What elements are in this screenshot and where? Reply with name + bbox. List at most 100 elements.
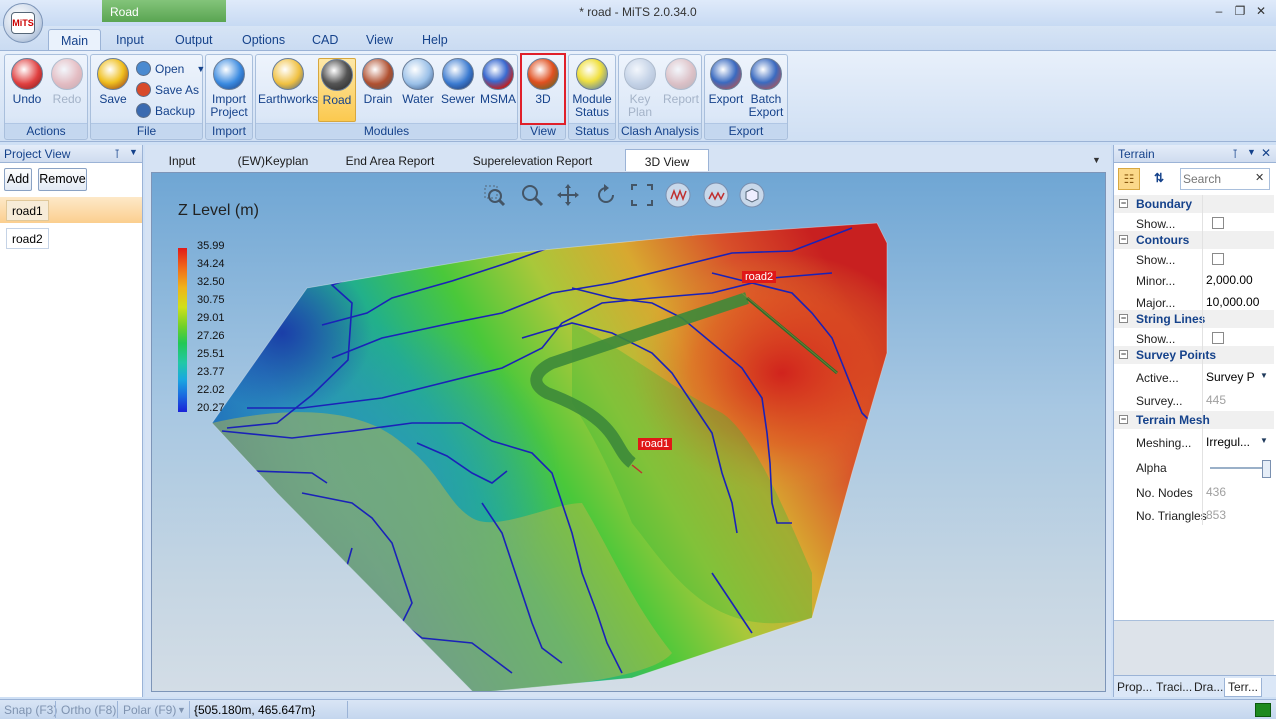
- group-modules: Earthworks Road Drain Water Sewer MSMA M…: [255, 54, 518, 140]
- meshing-dropdown-icon[interactable]: ▼: [1260, 436, 1268, 445]
- doc-tab-ew-keyplan[interactable]: (EW)Keyplan: [223, 149, 323, 171]
- search-box[interactable]: ✕: [1180, 168, 1270, 190]
- legend-value: 34.24: [197, 258, 225, 270]
- open-button[interactable]: Open ▼: [136, 59, 205, 78]
- tab-cad[interactable]: CAD: [300, 29, 350, 51]
- application-menu-button[interactable]: MiTS: [3, 3, 43, 43]
- coordinates-readout: {505.180m, 465.647m}: [194, 703, 316, 717]
- tab-output[interactable]: Output: [163, 29, 225, 51]
- boundary-show-checkbox[interactable]: [1212, 217, 1224, 229]
- group-label-actions: Actions: [5, 123, 87, 138]
- restore-icon[interactable]: ❐: [1229, 4, 1251, 20]
- earthworks-button[interactable]: Earthworks: [258, 58, 318, 122]
- terrain-surface[interactable]: [152, 173, 1106, 692]
- pan-icon[interactable]: [554, 181, 582, 209]
- minimize-icon[interactable]: –: [1208, 4, 1230, 20]
- tab-input[interactable]: Input: [104, 29, 156, 51]
- contours-show-checkbox[interactable]: [1212, 253, 1224, 265]
- ortho-toggle[interactable]: Ortho (F8): [61, 703, 116, 717]
- tab-help[interactable]: Help: [410, 29, 460, 51]
- meshing-dropdown[interactable]: Irregul...: [1206, 435, 1250, 449]
- zoom-icon[interactable]: [518, 181, 546, 209]
- prop-meshing[interactable]: Meshing... Irregul... ▼: [1114, 432, 1274, 454]
- clear-search-icon[interactable]: ✕: [1255, 171, 1264, 184]
- add-button[interactable]: Add: [4, 168, 32, 191]
- tab-tracing[interactable]: Traci...: [1153, 678, 1195, 696]
- module-status-button[interactable]: Module Status: [571, 58, 613, 122]
- prop-survey: Survey... 445: [1136, 393, 1227, 408]
- tab-list-dropdown-icon[interactable]: ▼: [1092, 155, 1101, 165]
- group-label-file: File: [91, 123, 202, 138]
- prop-active[interactable]: Active... Survey P ▼: [1114, 367, 1274, 389]
- save-button[interactable]: Save: [94, 58, 132, 122]
- save-as-button[interactable]: Save As: [136, 80, 199, 99]
- close-panel-icon[interactable]: ✕: [1261, 146, 1271, 160]
- active-dropdown[interactable]: Survey P: [1206, 370, 1255, 384]
- export-button[interactable]: Export: [707, 58, 745, 122]
- string-lines-show-checkbox[interactable]: [1212, 332, 1224, 344]
- project-item-road2[interactable]: road2: [6, 228, 49, 249]
- remove-button[interactable]: Remove: [38, 168, 87, 191]
- pin-icon[interactable]: ⊺: [1232, 147, 1238, 161]
- category-string-lines[interactable]: − String Lines: [1114, 310, 1274, 328]
- panel-menu-icon[interactable]: ▼: [1247, 147, 1256, 157]
- doc-tab-superelevation-report[interactable]: Superelevation Report: [465, 149, 600, 171]
- prop-contours-show[interactable]: Show...: [1114, 249, 1274, 271]
- mits-logo-icon: MiTS: [11, 12, 35, 34]
- tab-drawing[interactable]: Dra...: [1191, 678, 1226, 696]
- tab-properties[interactable]: Prop...: [1114, 678, 1155, 696]
- open-dropdown-icon[interactable]: ▼: [196, 64, 205, 74]
- batch-export-button[interactable]: Batch Export: [747, 58, 785, 122]
- road2-label[interactable]: road2: [742, 271, 777, 283]
- category-boundary[interactable]: − Boundary: [1114, 195, 1274, 213]
- key-plan-button[interactable]: Key Plan: [621, 58, 659, 122]
- alpha-slider-thumb[interactable]: [1262, 460, 1271, 478]
- doc-tab-end-area-report[interactable]: End Area Report: [335, 149, 445, 171]
- msma-button[interactable]: MSMA: [478, 58, 518, 122]
- snap-toggle[interactable]: Snap (F3): [4, 703, 57, 717]
- prop-minor[interactable]: Minor... 2,000.00: [1114, 270, 1274, 292]
- pin-icon[interactable]: ⊺: [114, 147, 120, 161]
- tab-terrain[interactable]: Terr...: [1224, 678, 1263, 697]
- panel-menu-icon[interactable]: ▼: [129, 147, 138, 157]
- backup-button[interactable]: Backup: [136, 101, 195, 120]
- prop-alpha[interactable]: Alpha: [1114, 457, 1274, 479]
- search-input[interactable]: [1183, 171, 1251, 187]
- drain-button[interactable]: Drain: [359, 58, 397, 122]
- project-item-road1[interactable]: road1: [6, 200, 49, 221]
- import-project-button[interactable]: Import Project: [208, 58, 250, 122]
- view-cube-icon[interactable]: [738, 181, 766, 209]
- categorized-view-icon[interactable]: ☷: [1118, 168, 1140, 190]
- sewer-button[interactable]: Sewer: [439, 58, 477, 122]
- 3d-viewport[interactable]: road1 road2 Z Level (m) 35.99 34.24 32.5…: [151, 172, 1106, 692]
- active-dropdown-icon[interactable]: ▼: [1260, 371, 1268, 380]
- group-label-import: Import: [206, 123, 252, 138]
- water-button[interactable]: Water: [399, 58, 437, 122]
- group-clash-analysis: Key Plan Report Clash Analysis: [618, 54, 702, 140]
- redo-button[interactable]: Redo: [48, 58, 86, 122]
- sort-alphabetical-icon[interactable]: ⇅: [1148, 168, 1170, 190]
- category-contours[interactable]: − Contours: [1114, 231, 1274, 249]
- tab-view[interactable]: View: [354, 29, 405, 51]
- legend-value: 35.99: [197, 240, 225, 252]
- category-terrain-mesh[interactable]: − Terrain Mesh: [1114, 411, 1274, 429]
- undo-button[interactable]: Undo: [8, 58, 46, 122]
- tab-options[interactable]: Options: [230, 29, 297, 51]
- road1-label[interactable]: road1: [638, 438, 673, 450]
- project-view-panel: Project View ⊺ ▼ Add Remove road1 road2: [0, 145, 143, 697]
- close-icon[interactable]: ✕: [1250, 4, 1272, 20]
- alpha-slider-track[interactable]: [1210, 467, 1266, 469]
- zoom-extents-icon[interactable]: [628, 181, 656, 209]
- polar-dropdown-icon[interactable]: ▼: [177, 705, 186, 715]
- tab-main[interactable]: Main: [48, 29, 102, 51]
- exaggerate-down-icon[interactable]: [702, 181, 730, 209]
- category-survey-points[interactable]: − Survey Points: [1114, 346, 1274, 364]
- polar-toggle[interactable]: Polar (F9): [123, 703, 176, 717]
- exaggerate-up-icon[interactable]: [664, 181, 692, 209]
- zoom-window-icon[interactable]: [480, 181, 508, 209]
- doc-tab-input[interactable]: Input: [153, 149, 211, 171]
- rotate-icon[interactable]: [592, 181, 620, 209]
- road-button[interactable]: Road: [318, 58, 356, 122]
- report-button[interactable]: Report: [661, 58, 701, 122]
- doc-tab-3d-view[interactable]: 3D View: [625, 149, 709, 171]
